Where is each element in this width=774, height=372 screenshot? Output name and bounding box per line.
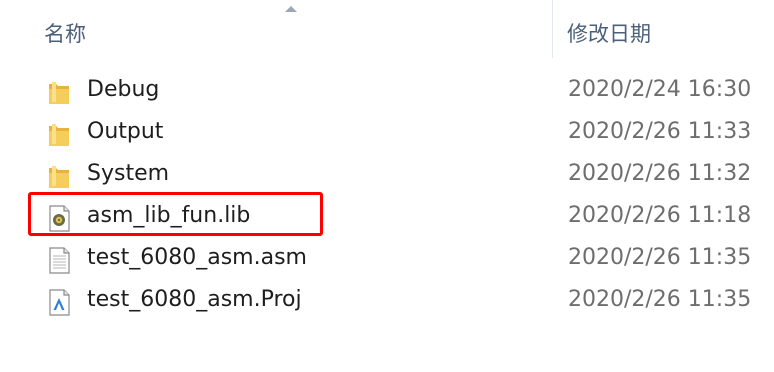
folder-icon	[49, 124, 69, 146]
column-header-bar: 名称 修改日期	[0, 0, 774, 58]
file-name: test_6080_asm.asm	[87, 245, 307, 270]
file-name: Debug	[87, 77, 160, 102]
highlight-box	[28, 192, 323, 236]
file-date: 2020/2/26 11:35	[568, 245, 752, 270]
folder-icon	[49, 166, 69, 188]
file-row-output[interactable]: Output 2020/2/26 11:33	[30, 113, 770, 155]
text-file-icon	[49, 247, 70, 274]
sort-ascending-icon	[285, 6, 297, 12]
column-header-name[interactable]: 名称	[44, 18, 86, 48]
file-row-debug[interactable]: Debug 2020/2/24 16:30	[30, 71, 770, 113]
file-date: 2020/2/24 16:30	[568, 77, 752, 102]
file-name: test_6080_asm.Proj	[87, 287, 302, 312]
file-row-system[interactable]: System 2020/2/26 11:32	[30, 155, 770, 197]
file-name: Output	[87, 119, 164, 144]
file-row-test-6080-asm-asm[interactable]: test_6080_asm.asm 2020/2/26 11:35	[30, 239, 770, 281]
file-date: 2020/2/26 11:32	[568, 161, 752, 186]
file-row-test-6080-asm-proj[interactable]: test_6080_asm.Proj 2020/2/26 11:35	[30, 281, 770, 323]
folder-icon	[49, 82, 69, 104]
file-name: System	[87, 161, 170, 186]
project-file-icon	[49, 289, 70, 316]
file-date: 2020/2/26 11:35	[568, 287, 752, 312]
file-date: 2020/2/26 11:18	[568, 203, 752, 228]
column-divider[interactable]	[552, 0, 553, 58]
file-date: 2020/2/26 11:33	[568, 119, 752, 144]
column-header-date-modified[interactable]: 修改日期	[567, 18, 651, 48]
